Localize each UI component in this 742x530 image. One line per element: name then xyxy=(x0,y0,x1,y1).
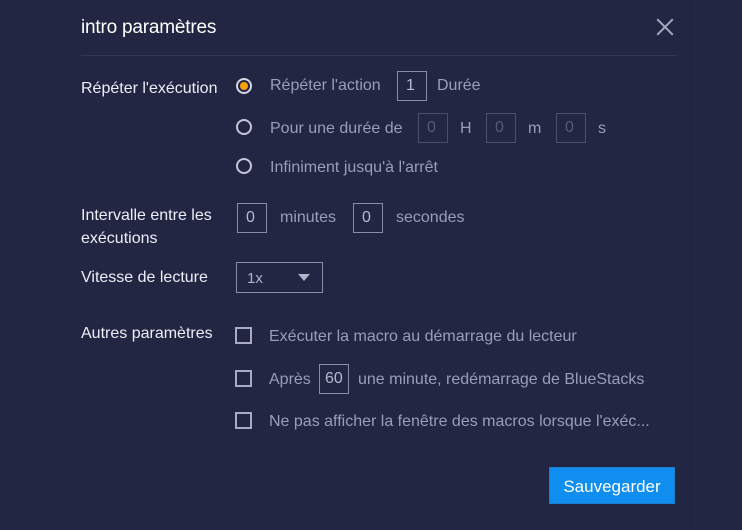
checkbox-restart[interactable] xyxy=(235,370,252,387)
interval-minutes-input[interactable] xyxy=(237,203,267,233)
repeat-label: Répéter l'exécution xyxy=(81,80,218,97)
radio-duration[interactable] xyxy=(236,119,252,135)
speed-value: 1x xyxy=(247,270,263,287)
checkbox-run-at-start[interactable] xyxy=(235,327,252,344)
interval-label-line1: Intervalle entre les xyxy=(81,207,212,224)
infinite-label: Infiniment jusqu'à l'arrêt xyxy=(270,159,438,176)
hours-unit: H xyxy=(460,120,472,137)
interval-label-line2: exécutions xyxy=(81,230,158,247)
minutes-unit: m xyxy=(528,120,542,137)
restart-label-before: Après xyxy=(269,371,311,388)
radio-infinite[interactable] xyxy=(236,158,252,174)
chevron-down-icon xyxy=(298,274,310,281)
restart-label-after: une minute, redémarrage de BlueStacks xyxy=(358,371,645,388)
repeat-duration-label: Durée xyxy=(437,77,481,94)
close-icon[interactable] xyxy=(654,16,676,38)
interval-seconds-input[interactable] xyxy=(353,203,383,233)
dialog-title: intro paramètres xyxy=(81,17,217,38)
hide-window-label: Ne pas afficher la fenêtre des macros lo… xyxy=(269,413,650,430)
checkbox-hide-window[interactable] xyxy=(235,412,252,429)
duration-label: Pour une durée de xyxy=(270,120,403,137)
radio-repeat-action[interactable] xyxy=(236,78,252,94)
restart-minutes-input[interactable] xyxy=(319,364,349,394)
speed-label: Vitesse de lecture xyxy=(81,269,208,286)
save-button[interactable]: Sauvegarder xyxy=(549,467,675,504)
duration-seconds-input[interactable] xyxy=(556,113,586,143)
interval-seconds-label: secondes xyxy=(396,209,465,226)
repeat-action-label: Répéter l'action xyxy=(270,77,381,94)
duration-hours-input[interactable] xyxy=(418,113,448,143)
other-label: Autres paramètres xyxy=(81,325,213,342)
repeat-count-input[interactable] xyxy=(397,71,427,101)
duration-minutes-input[interactable] xyxy=(486,113,516,143)
speed-select[interactable]: 1x xyxy=(236,262,323,293)
seconds-unit: s xyxy=(598,120,606,137)
header-divider xyxy=(81,55,676,56)
run-at-start-label: Exécuter la macro au démarrage du lecteu… xyxy=(269,328,577,345)
interval-minutes-label: minutes xyxy=(280,209,337,226)
panel-edge xyxy=(695,0,696,530)
